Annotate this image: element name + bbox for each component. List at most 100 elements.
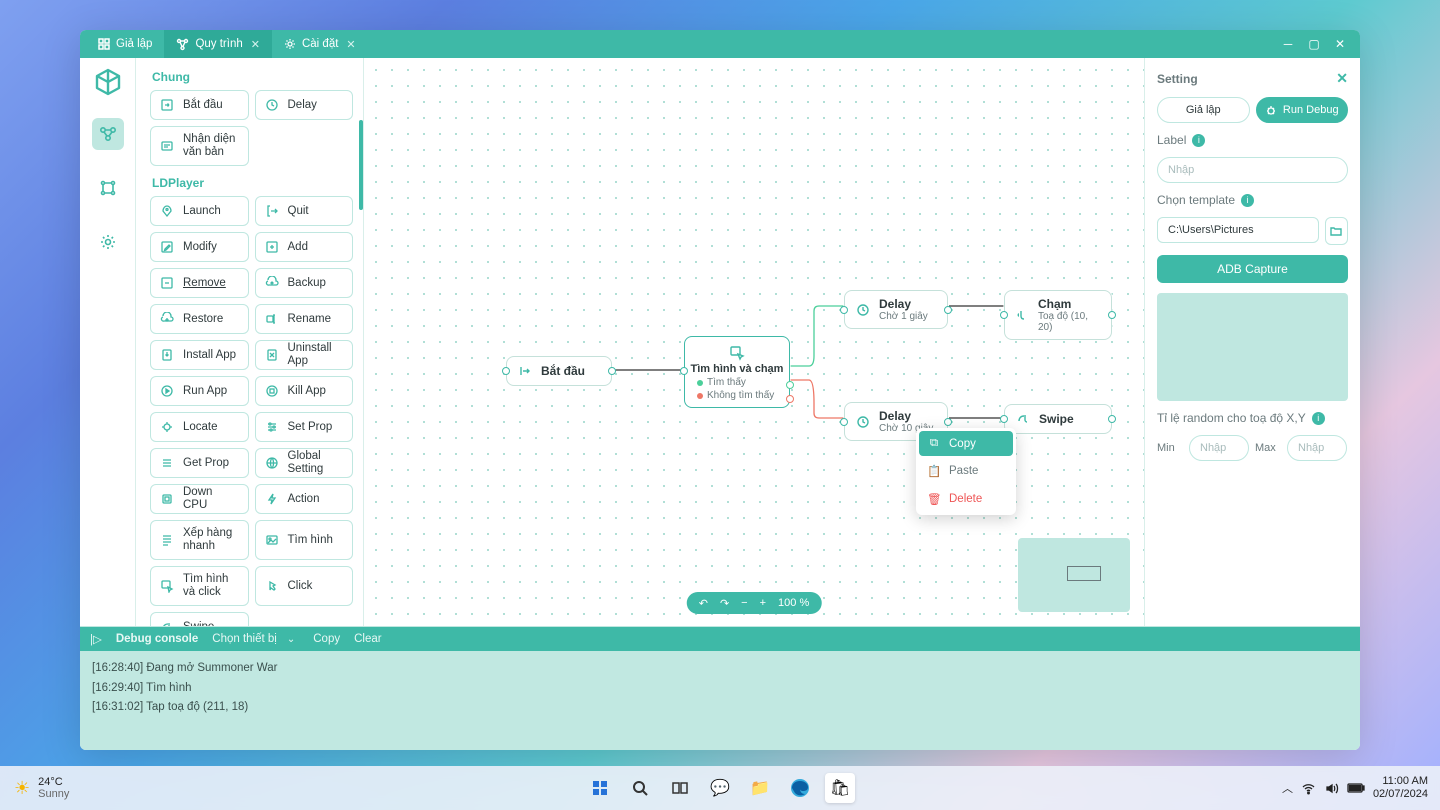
clock-icon bbox=[264, 97, 280, 113]
volume-icon[interactable] bbox=[1324, 781, 1339, 796]
step-icon[interactable]: |▷ bbox=[90, 632, 102, 646]
ctx-delete[interactable]: 🗑Delete bbox=[919, 486, 1013, 512]
adb-capture-button[interactable]: ADB Capture bbox=[1157, 255, 1348, 283]
node-swipe[interactable]: Swipe bbox=[150, 612, 249, 626]
node-setprop[interactable]: Set Prop bbox=[255, 412, 354, 442]
node-queue[interactable]: Xếp hàng nhanh bbox=[150, 520, 249, 560]
node-action[interactable]: Action bbox=[255, 484, 354, 514]
label-input[interactable] bbox=[1157, 157, 1348, 183]
node-delay[interactable]: Delay bbox=[255, 90, 354, 120]
log-line: [16:28:40] Đang mở Summoner War bbox=[92, 659, 1348, 679]
zoom-in-button[interactable]: + bbox=[760, 597, 766, 609]
maximize-button[interactable]: ▢ bbox=[1306, 37, 1322, 51]
info-icon[interactable]: i bbox=[1192, 134, 1205, 147]
taskview-button[interactable] bbox=[665, 773, 695, 803]
zoom-toolbar: ↶ ↷ − + 100 % bbox=[687, 592, 822, 614]
close-button[interactable]: ✕ bbox=[1332, 37, 1348, 51]
uninstall-icon bbox=[264, 347, 280, 363]
tab-settings[interactable]: Cài đặt ✕ bbox=[272, 30, 368, 58]
close-icon[interactable]: ✕ bbox=[251, 38, 260, 51]
console-output[interactable]: [16:28:40] Đang mở Summoner War [16:29:4… bbox=[80, 651, 1360, 750]
node-kill[interactable]: Kill App bbox=[255, 376, 354, 406]
ctx-copy[interactable]: ⧉Copy bbox=[919, 431, 1013, 456]
node-restore[interactable]: Restore bbox=[150, 304, 249, 334]
node-quit[interactable]: Quit bbox=[255, 196, 354, 226]
node-findclick[interactable]: Tìm hình và click bbox=[150, 566, 249, 606]
log-line: [16:31:02] Tap toạ độ (211, 18) bbox=[92, 698, 1348, 718]
console-copy-button[interactable]: Copy bbox=[313, 633, 340, 645]
close-icon[interactable]: ✕ bbox=[346, 38, 355, 51]
chevron-up-icon[interactable]: ︿ bbox=[1282, 780, 1293, 796]
canvas-node-tap[interactable]: ChạmToạ độ (10, 20) bbox=[1004, 290, 1112, 340]
start-menu-button[interactable] bbox=[585, 773, 615, 803]
node-add[interactable]: Add bbox=[255, 232, 354, 262]
node-remove[interactable]: Remove bbox=[150, 268, 249, 298]
tab-emulator[interactable]: Giả lập bbox=[86, 30, 164, 58]
nav-nodes[interactable] bbox=[92, 118, 124, 150]
scrollbar-indicator[interactable] bbox=[359, 120, 363, 210]
node-uninstall[interactable]: Uninstall App bbox=[255, 340, 354, 370]
tab-workflow[interactable]: Quy trình ✕ bbox=[164, 30, 272, 58]
zoom-out-button[interactable]: − bbox=[741, 597, 747, 609]
node-downcpu[interactable]: Down CPU bbox=[150, 484, 249, 514]
canvas-area[interactable]: Bắt đầu Tìm hình và chạm Tìm thấy Không … bbox=[364, 58, 1144, 626]
inspector-panel: Setting ✕ Giả lập Run Debug Labeli Chọn … bbox=[1144, 58, 1360, 626]
explorer-icon[interactable]: 📁 bbox=[745, 773, 775, 803]
wifi-icon[interactable] bbox=[1301, 781, 1316, 796]
info-icon[interactable]: i bbox=[1241, 194, 1254, 207]
minimap[interactable] bbox=[1018, 538, 1130, 612]
node-global[interactable]: Global Setting bbox=[255, 448, 354, 478]
paste-icon: 📋 bbox=[927, 464, 941, 478]
canvas-node-delay1[interactable]: DelayChờ 1 giây bbox=[844, 290, 948, 329]
redo-button[interactable]: ↷ bbox=[720, 597, 729, 610]
random-max-input[interactable] bbox=[1287, 435, 1347, 461]
nav-settings[interactable] bbox=[92, 226, 124, 258]
canvas-node-findtap[interactable]: Tìm hình và chạm Tìm thấy Không tìm thấy bbox=[684, 336, 790, 408]
install-icon bbox=[159, 347, 175, 363]
node-run[interactable]: Run App bbox=[150, 376, 249, 406]
taskbar-center: 💬 📁 🛍 bbox=[585, 773, 855, 803]
clock[interactable]: 11:00 AM 02/07/2024 bbox=[1373, 775, 1428, 801]
app-body: Chung Bắt đầu Delay Nhận diện văn bản LD… bbox=[80, 58, 1360, 626]
locate-icon bbox=[159, 419, 175, 435]
chat-icon[interactable]: 💬 bbox=[705, 773, 735, 803]
template-path-input[interactable] bbox=[1157, 217, 1319, 243]
run-mode-select[interactable]: Giả lập bbox=[1157, 97, 1250, 123]
random-min-input[interactable] bbox=[1189, 435, 1249, 461]
node-locate[interactable]: Locate bbox=[150, 412, 249, 442]
swipe-icon bbox=[1015, 411, 1031, 427]
canvas-node-swipe[interactable]: Swipe bbox=[1004, 404, 1112, 434]
app-logo bbox=[94, 68, 122, 96]
node-backup[interactable]: Backup bbox=[255, 268, 354, 298]
node-findimg[interactable]: Tìm hình bbox=[255, 520, 354, 560]
node-ocr[interactable]: Nhận diện văn bản bbox=[150, 126, 249, 166]
browse-button[interactable] bbox=[1325, 217, 1348, 245]
weather-widget[interactable]: ☀ 24°C Sunny bbox=[0, 776, 69, 800]
stop-icon bbox=[264, 383, 280, 399]
node-install[interactable]: Install App bbox=[150, 340, 249, 370]
nav-graph[interactable] bbox=[92, 172, 124, 204]
battery-icon[interactable] bbox=[1347, 782, 1365, 794]
canvas-node-start[interactable]: Bắt đầu bbox=[506, 356, 612, 386]
info-icon[interactable]: i bbox=[1312, 412, 1325, 425]
node-palette[interactable]: Chung Bắt đầu Delay Nhận diện văn bản LD… bbox=[136, 58, 364, 626]
minimize-button[interactable]: ─ bbox=[1280, 37, 1296, 51]
node-start[interactable]: Bắt đầu bbox=[150, 90, 249, 120]
edge-icon[interactable] bbox=[785, 773, 815, 803]
undo-button[interactable]: ↶ bbox=[699, 597, 708, 610]
ctx-paste[interactable]: 📋Paste bbox=[919, 458, 1013, 484]
node-launch[interactable]: Launch bbox=[150, 196, 249, 226]
run-debug-button[interactable]: Run Debug bbox=[1256, 97, 1349, 123]
node-modify[interactable]: Modify bbox=[150, 232, 249, 262]
search-button[interactable] bbox=[625, 773, 655, 803]
node-getprop[interactable]: Get Prop bbox=[150, 448, 249, 478]
node-rename[interactable]: Rename bbox=[255, 304, 354, 334]
device-select[interactable]: Chọn thiết bị ⌄ bbox=[212, 633, 295, 645]
node-click[interactable]: Click bbox=[255, 566, 354, 606]
store-icon[interactable]: 🛍 bbox=[825, 773, 855, 803]
close-icon[interactable]: ✕ bbox=[1336, 70, 1348, 87]
system-tray: ︿ 11:00 AM 02/07/2024 bbox=[1282, 775, 1440, 801]
console-clear-button[interactable]: Clear bbox=[354, 633, 381, 645]
start-icon bbox=[517, 363, 533, 379]
bolt-icon bbox=[264, 491, 280, 507]
